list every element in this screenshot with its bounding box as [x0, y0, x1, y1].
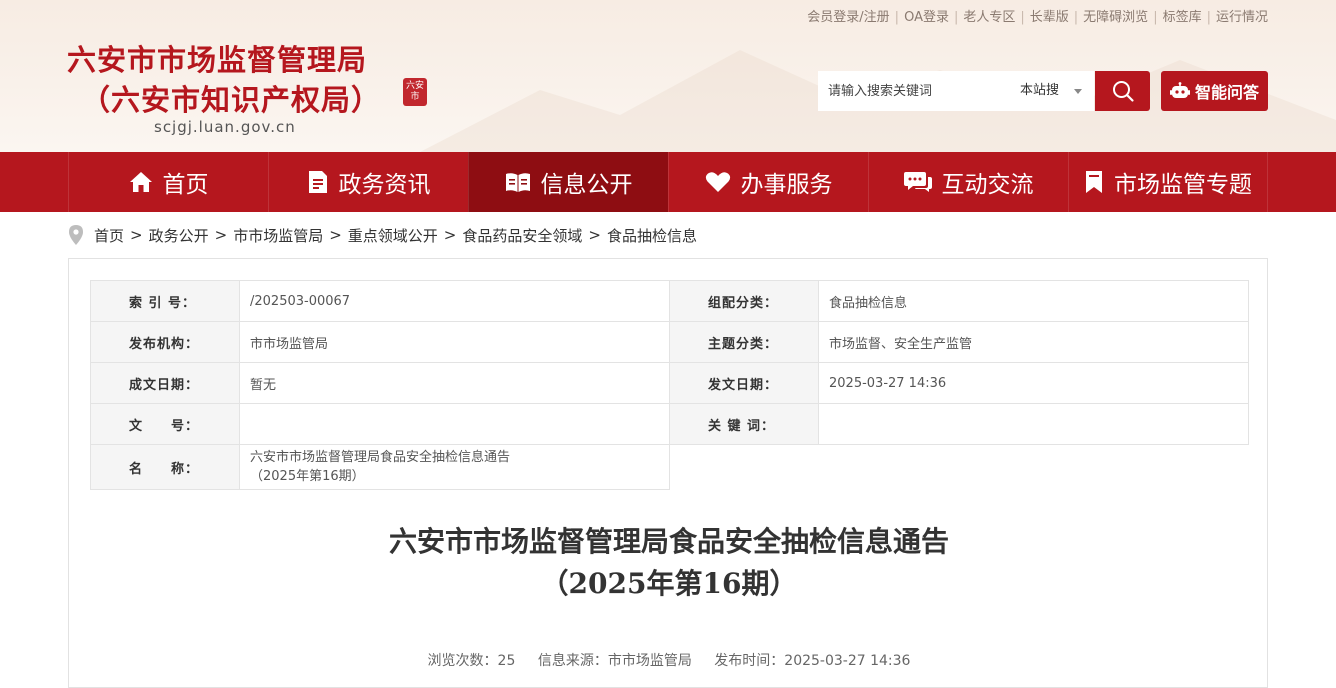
- robot-icon: [1169, 82, 1190, 98]
- search-icon: [1112, 81, 1134, 102]
- search-input[interactable]: [818, 71, 1008, 111]
- top-link-tag-library[interactable]: 标签库: [1163, 10, 1202, 25]
- issued-date-label: 发文日期：: [669, 362, 819, 404]
- site-header: 会员登录/注册 | OA登录 | 老人专区 | 长辈版 | 无障碍浏览 | 标签库 | 运行情况 六安市…: [0, 0, 1336, 152]
- article-info: 浏览次数：25 信息来源：市市场监管局 发布时间：2025-03-27 14:3…: [69, 650, 1269, 670]
- issued-date-value: 2025-03-27 14:36: [818, 362, 1249, 404]
- chat-icon: [903, 172, 932, 192]
- table-row: 名 称： 六安市市场监督管理局食品安全抽检信息通告 （2025年第16期）: [90, 444, 1249, 490]
- publisher-label: 发布机构：: [90, 321, 240, 363]
- search-button[interactable]: [1095, 71, 1150, 111]
- breadcrumb-city-bureau[interactable]: 市市场监管局: [233, 225, 323, 246]
- site-title-line2: （六安市知识产权局）: [81, 83, 382, 117]
- metadata-table: 索 引 号： /202503-00067 组配分类： 食品抽检信息 发布机构： …: [90, 280, 1249, 490]
- top-link-accessibility[interactable]: 无障碍浏览: [1083, 10, 1148, 25]
- site-title-line1: 六安市市场监督管理局: [67, 43, 368, 77]
- document-number-label: 文 号：: [90, 403, 240, 445]
- nav-label: 市场监管专题: [1114, 172, 1252, 198]
- seal-text: 六安市: [405, 81, 424, 102]
- search-scope-select[interactable]: 本站搜: [1020, 71, 1059, 111]
- created-date-value: 暂无: [239, 362, 670, 404]
- bookmark-icon: [1086, 171, 1102, 193]
- table-row: 成文日期： 暂无 发文日期： 2025-03-27 14:36: [90, 362, 1249, 404]
- keywords-value: [818, 403, 1249, 445]
- breadcrumb-separator: >: [443, 226, 457, 244]
- top-links: 会员登录/注册 | OA登录 | 老人专区 | 长辈版 | 无障碍浏览 | 标签库 | 运行情况: [807, 10, 1268, 25]
- ai-qa-label: 智能问答: [1194, 83, 1259, 102]
- nav-item-news[interactable]: 政务资讯: [268, 152, 468, 212]
- site-domain: scjgj.luan.gov.cn: [154, 118, 296, 136]
- publisher-value: 市市场监管局: [239, 321, 670, 363]
- nav-label: 政务资讯: [338, 172, 431, 198]
- breadcrumb-food-drug-safety[interactable]: 食品药品安全领域: [462, 225, 582, 246]
- top-link-oa[interactable]: OA登录: [904, 10, 949, 25]
- created-date-label: 成文日期：: [90, 362, 240, 404]
- table-row: 文 号： 关 键 词：: [90, 403, 1249, 445]
- nav-label: 信息公开: [540, 172, 633, 198]
- empty-cell: [819, 445, 1249, 490]
- heart-icon: [705, 172, 730, 192]
- publish-time: 发布时间：2025-03-27 14:36: [714, 653, 911, 669]
- breadcrumb-separator: >: [214, 226, 228, 244]
- top-link-elder-version[interactable]: 长辈版: [1030, 10, 1069, 25]
- index-number-value: /202503-00067: [239, 280, 670, 322]
- breadcrumb-food-sampling[interactable]: 食品抽检信息: [607, 225, 697, 246]
- keywords-label: 关 键 词：: [669, 403, 819, 445]
- breadcrumb-separator: >: [329, 226, 342, 244]
- document-icon: [308, 171, 327, 193]
- table-row: 索 引 号： /202503-00067 组配分类： 食品抽检信息: [90, 280, 1249, 322]
- breadcrumb-home[interactable]: 首页: [94, 225, 124, 246]
- nav-label: 首页: [162, 172, 209, 198]
- index-number-label: 索 引 号：: [90, 280, 240, 322]
- nav-item-market-topics[interactable]: 市场监管专题: [1068, 152, 1268, 212]
- top-link-elderly-zone[interactable]: 老人专区: [963, 10, 1015, 25]
- chevron-down-icon[interactable]: [1074, 89, 1082, 94]
- nav-item-interaction[interactable]: 互动交流: [868, 152, 1068, 212]
- main-nav: 首页 政务资讯 信息公开 办事服务 互动交流 市场监管专题: [0, 152, 1336, 212]
- breadcrumb-gov-affairs[interactable]: 政务公开: [149, 225, 209, 246]
- breadcrumb-key-areas[interactable]: 重点领域公开: [348, 225, 438, 246]
- nav-label: 互动交流: [941, 172, 1034, 198]
- category-label: 组配分类：: [669, 280, 819, 322]
- document-number-value: [239, 403, 670, 445]
- category-value: 食品抽检信息: [818, 280, 1249, 322]
- table-row: 发布机构： 市市场监管局 主题分类： 市场监督、安全生产监管: [90, 321, 1249, 363]
- name-value-line2: （2025年第16期）: [250, 469, 365, 484]
- home-icon: [129, 172, 152, 192]
- location-pin-icon: [69, 225, 83, 245]
- site-logo-title[interactable]: 六安市市场监督管理局 （六安市知识产权局）: [67, 40, 381, 120]
- article-title-line2: （2025年第16期）: [540, 567, 798, 600]
- article-title-line1: 六安市市场监督管理局食品安全抽检信息通告: [388, 525, 949, 558]
- nav-label: 办事服务: [740, 172, 833, 198]
- name-value: 六安市市场监督管理局食品安全抽检信息通告 （2025年第16期）: [239, 444, 670, 490]
- breadcrumb-separator: >: [130, 226, 143, 244]
- top-link-login[interactable]: 会员登录/注册: [807, 10, 889, 25]
- nav-item-services[interactable]: 办事服务: [668, 152, 868, 212]
- search-box: 本站搜: [818, 71, 1094, 111]
- nav-item-home[interactable]: 首页: [68, 152, 268, 212]
- info-source: 信息来源：市市场监管局: [537, 653, 692, 669]
- view-count: 浏览次数：25: [427, 653, 516, 669]
- empty-cell: [670, 445, 819, 490]
- breadcrumb-separator: >: [588, 226, 601, 244]
- article-title: 六安市市场监督管理局食品安全抽检信息通告 （2025年第16期）: [69, 521, 1269, 605]
- top-link-operation-status[interactable]: 运行情况: [1216, 10, 1268, 25]
- topic-value: 市场监督、安全生产监管: [818, 321, 1249, 363]
- name-value-line1: 六安市市场监督管理局食品安全抽检信息通告: [250, 450, 511, 465]
- name-label: 名 称：: [90, 444, 240, 490]
- ai-qa-button[interactable]: 智能问答: [1161, 71, 1268, 111]
- open-book-icon: [505, 173, 530, 192]
- seal-logo: 六安市: [403, 78, 427, 106]
- nav-item-info-disclosure[interactable]: 信息公开: [468, 152, 668, 212]
- breadcrumb: 首页 > 政务公开 > 市市场监管局 > 重点领域公开 > 食品药品安全领域 >…: [68, 224, 697, 246]
- topic-label: 主题分类：: [669, 321, 819, 363]
- content-panel: 索 引 号： /202503-00067 组配分类： 食品抽检信息 发布机构： …: [68, 258, 1268, 688]
